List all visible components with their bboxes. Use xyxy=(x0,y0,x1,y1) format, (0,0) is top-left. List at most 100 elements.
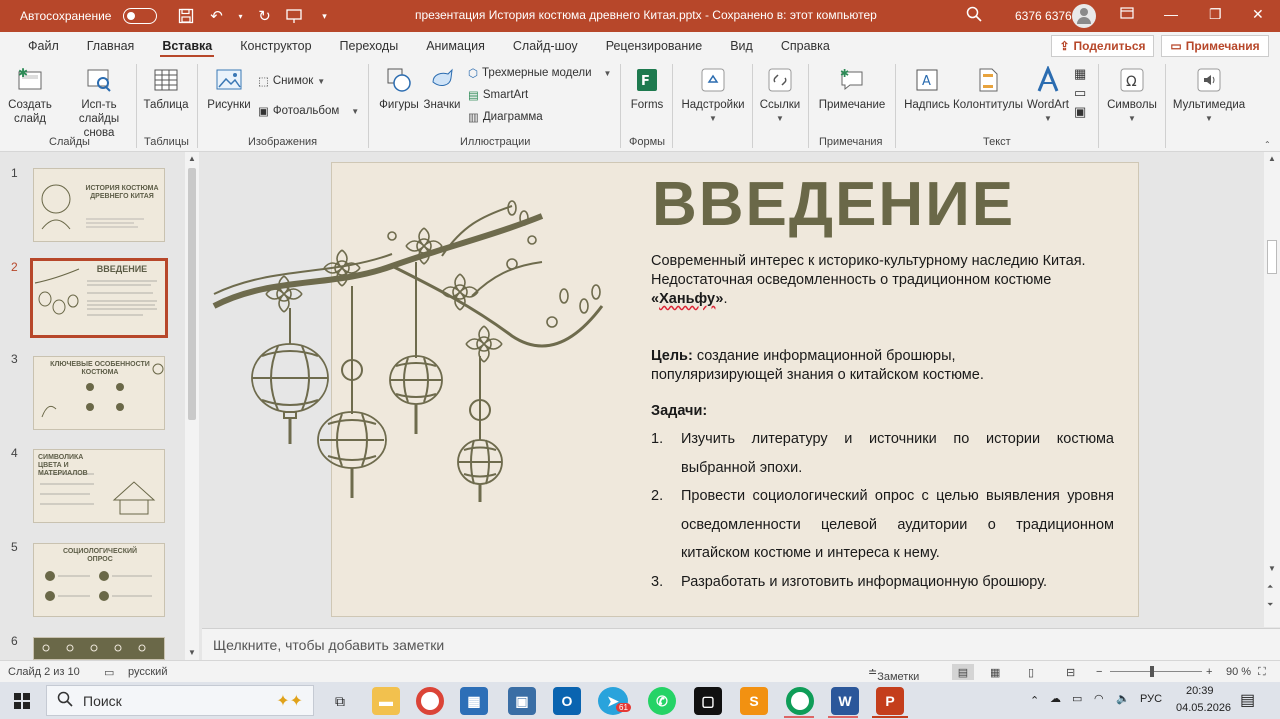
volume-icon[interactable]: 🔈 xyxy=(1116,692,1130,705)
zoom-slider[interactable] xyxy=(1110,671,1202,672)
photo-album-button[interactable]: ▣ Фотоальбом ▼ xyxy=(258,104,359,118)
tab-view[interactable]: Вид xyxy=(716,32,767,60)
wifi-icon[interactable]: ◠ xyxy=(1094,692,1104,705)
slide-thumbnail-4[interactable]: СИМВОЛИКА ЦВЕТА И МАТЕРИАЛОВ xyxy=(33,449,165,523)
header-footer-button[interactable]: Колонтитулы xyxy=(952,66,1024,112)
new-slide-button[interactable]: ✱ Создать слайд xyxy=(6,66,54,126)
zoom-slider-thumb[interactable] xyxy=(1150,666,1154,677)
object-icon[interactable]: ▣ xyxy=(1074,104,1086,120)
zoom-level[interactable]: 90 % xyxy=(1226,666,1251,678)
tab-file[interactable]: Файл xyxy=(14,32,73,60)
zoom-in-icon[interactable]: + xyxy=(1206,666,1212,678)
save-icon[interactable] xyxy=(175,5,197,27)
notes-pane[interactable]: Щелкните, чтобы добавить заметки xyxy=(202,628,1280,660)
close-icon[interactable]: ✕ xyxy=(1252,6,1264,23)
tab-review[interactable]: Рецензирование xyxy=(592,32,717,60)
intro-text[interactable]: Современный интерес к историко-культурно… xyxy=(651,252,1091,309)
document-title[interactable]: презентация История костюма древнего Кит… xyxy=(415,8,877,22)
clock-time[interactable]: 20:39 xyxy=(1186,685,1214,697)
user-name[interactable]: 6376 6376 xyxy=(1015,9,1072,23)
tab-transitions[interactable]: Переходы xyxy=(326,32,413,60)
pictures-button[interactable]: Рисунки xyxy=(204,66,254,112)
sublime-icon[interactable]: S xyxy=(740,687,768,715)
lantern-branch-illustration[interactable] xyxy=(212,196,612,506)
customize-qat-icon[interactable]: ▾ xyxy=(313,5,335,27)
screenshot-button[interactable]: ⬚ Снимок ▼ xyxy=(258,74,325,88)
slide-thumbnail-5[interactable]: СОЦИОЛОГИЧЕСКИЙ ОПРОС xyxy=(33,543,165,617)
zoom-out-icon[interactable]: − xyxy=(1096,666,1102,678)
notifications-icon[interactable]: ▤ xyxy=(1240,690,1255,710)
collapse-ribbon-icon[interactable]: ⌃ xyxy=(1264,140,1271,149)
present-icon[interactable] xyxy=(283,5,305,27)
chart-button[interactable]: ▥ Диаграмма xyxy=(468,110,543,124)
slide-thumbnail-3[interactable]: КЛЮЧЕВЫЕ ОСОБЕННОСТИ КОСТЮМА xyxy=(33,356,165,430)
remote-desktop-icon[interactable]: ▣ xyxy=(508,687,536,715)
language-indicator[interactable]: РУС xyxy=(1140,693,1162,705)
tab-help[interactable]: Справка xyxy=(767,32,844,60)
file-explorer-icon[interactable]: ▬ xyxy=(372,687,400,715)
media-button[interactable]: Мультимедиа ▼ xyxy=(1170,66,1248,126)
reading-view-icon[interactable]: ▯ xyxy=(1028,666,1034,679)
windows-start-icon[interactable] xyxy=(14,693,30,709)
slideshow-view-icon[interactable]: ⊟ xyxy=(1066,666,1075,679)
normal-view-icon[interactable]: ▤ xyxy=(952,664,974,680)
tray-overflow-icon[interactable]: ⌃ xyxy=(1030,694,1039,707)
restore-icon[interactable]: ❐ xyxy=(1209,6,1222,23)
undo-dropdown-icon[interactable]: ▾ xyxy=(235,5,245,27)
avatar[interactable] xyxy=(1072,4,1096,28)
symbols-button[interactable]: Ω Символы ▼ xyxy=(1104,66,1160,126)
share-button[interactable]: ⇪ Поделиться xyxy=(1051,35,1154,57)
slide-thumbnail-1[interactable]: ИСТОРИЯ КОСТЮМА ДРЕВНЕГО КИТАЯ xyxy=(33,168,165,242)
notes-toggle[interactable]: ≐ Заметки xyxy=(868,666,919,683)
comments-button[interactable]: ▭ Примечания xyxy=(1161,35,1269,57)
scroll-thumb[interactable] xyxy=(1267,240,1277,274)
undo-icon[interactable]: ↶ xyxy=(205,5,227,27)
redo-icon[interactable]: ↻ xyxy=(253,5,275,27)
task-view-icon[interactable]: ⧉ xyxy=(326,687,354,715)
whatsapp-icon[interactable]: ✆ xyxy=(648,687,676,715)
slide-title[interactable]: ВВЕДЕНИЕ xyxy=(652,169,1015,240)
textbox-button[interactable]: A Надпись xyxy=(902,66,952,112)
tasks-list[interactable]: 1. Изучить литературу и источники по исто… xyxy=(651,425,1114,596)
icons-button[interactable]: Значки xyxy=(420,66,464,112)
goal-text[interactable]: Цель: создание информационной брошюры, п… xyxy=(651,347,1091,385)
word-icon[interactable]: W xyxy=(831,687,859,715)
tab-slideshow[interactable]: Слайд-шоу xyxy=(499,32,592,60)
reuse-slides-button[interactable]: Исп-ть слайды снова xyxy=(64,66,134,140)
search-icon[interactable] xyxy=(966,6,982,27)
wordart-button[interactable]: WordArt ▼ xyxy=(1024,66,1072,126)
slide-sorter-icon[interactable]: ▦ xyxy=(990,666,1000,679)
comment-button[interactable]: ✱ Примечание xyxy=(814,66,890,112)
outlook-icon[interactable]: O xyxy=(553,687,581,715)
notion-icon[interactable]: ▢ xyxy=(694,687,722,715)
battery-icon[interactable]: ▭ xyxy=(1072,692,1082,705)
powerpoint-icon[interactable]: P xyxy=(876,687,904,715)
language-label[interactable]: русский xyxy=(128,666,167,678)
scroll-thumb[interactable] xyxy=(188,168,196,420)
slide-thumbnail-2[interactable]: ВВЕДЕНИЕ xyxy=(30,258,168,338)
network-icon[interactable]: ☁ xyxy=(1050,692,1061,705)
slide-number-icon[interactable]: ▭ xyxy=(1074,85,1086,101)
chrome-profile-icon[interactable] xyxy=(786,687,814,715)
table-button[interactable]: Таблица xyxy=(142,66,190,112)
forms-button[interactable]: F Forms xyxy=(626,66,668,112)
calculator-icon[interactable]: ▦ xyxy=(460,687,488,715)
tasks-heading[interactable]: Задачи: xyxy=(651,403,707,419)
clock-date[interactable]: 04.05.2026 xyxy=(1176,702,1231,714)
tab-design[interactable]: Конструктор xyxy=(226,32,325,60)
tab-animations[interactable]: Анимация xyxy=(412,32,499,60)
fit-slide-icon[interactable]: ⛶ xyxy=(1258,666,1266,679)
addins-button[interactable]: Надстройки ▼ xyxy=(678,66,748,126)
prev-slide-icon[interactable]: ⏶ xyxy=(1267,582,1273,592)
scroll-up-icon[interactable]: ▲ xyxy=(1268,154,1276,163)
thumbnails-scrollbar[interactable]: ▲ ▼ xyxy=(185,152,199,660)
chrome-icon[interactable] xyxy=(416,687,444,715)
links-button[interactable]: Ссылки ▼ xyxy=(758,66,802,126)
spellcheck-icon[interactable]: ▭ xyxy=(104,666,114,679)
3d-models-button[interactable]: ⬡ Трехмерные модели ▼ xyxy=(468,66,611,80)
taskbar-search[interactable]: Поиск ✦✦ xyxy=(46,685,314,716)
scroll-up-icon[interactable]: ▲ xyxy=(188,154,196,163)
tab-home[interactable]: Главная xyxy=(73,32,149,60)
editor-scrollbar[interactable]: ▲ ▼ ⏶ ⏷ xyxy=(1264,152,1280,627)
scroll-down-icon[interactable]: ▼ xyxy=(1268,564,1276,573)
